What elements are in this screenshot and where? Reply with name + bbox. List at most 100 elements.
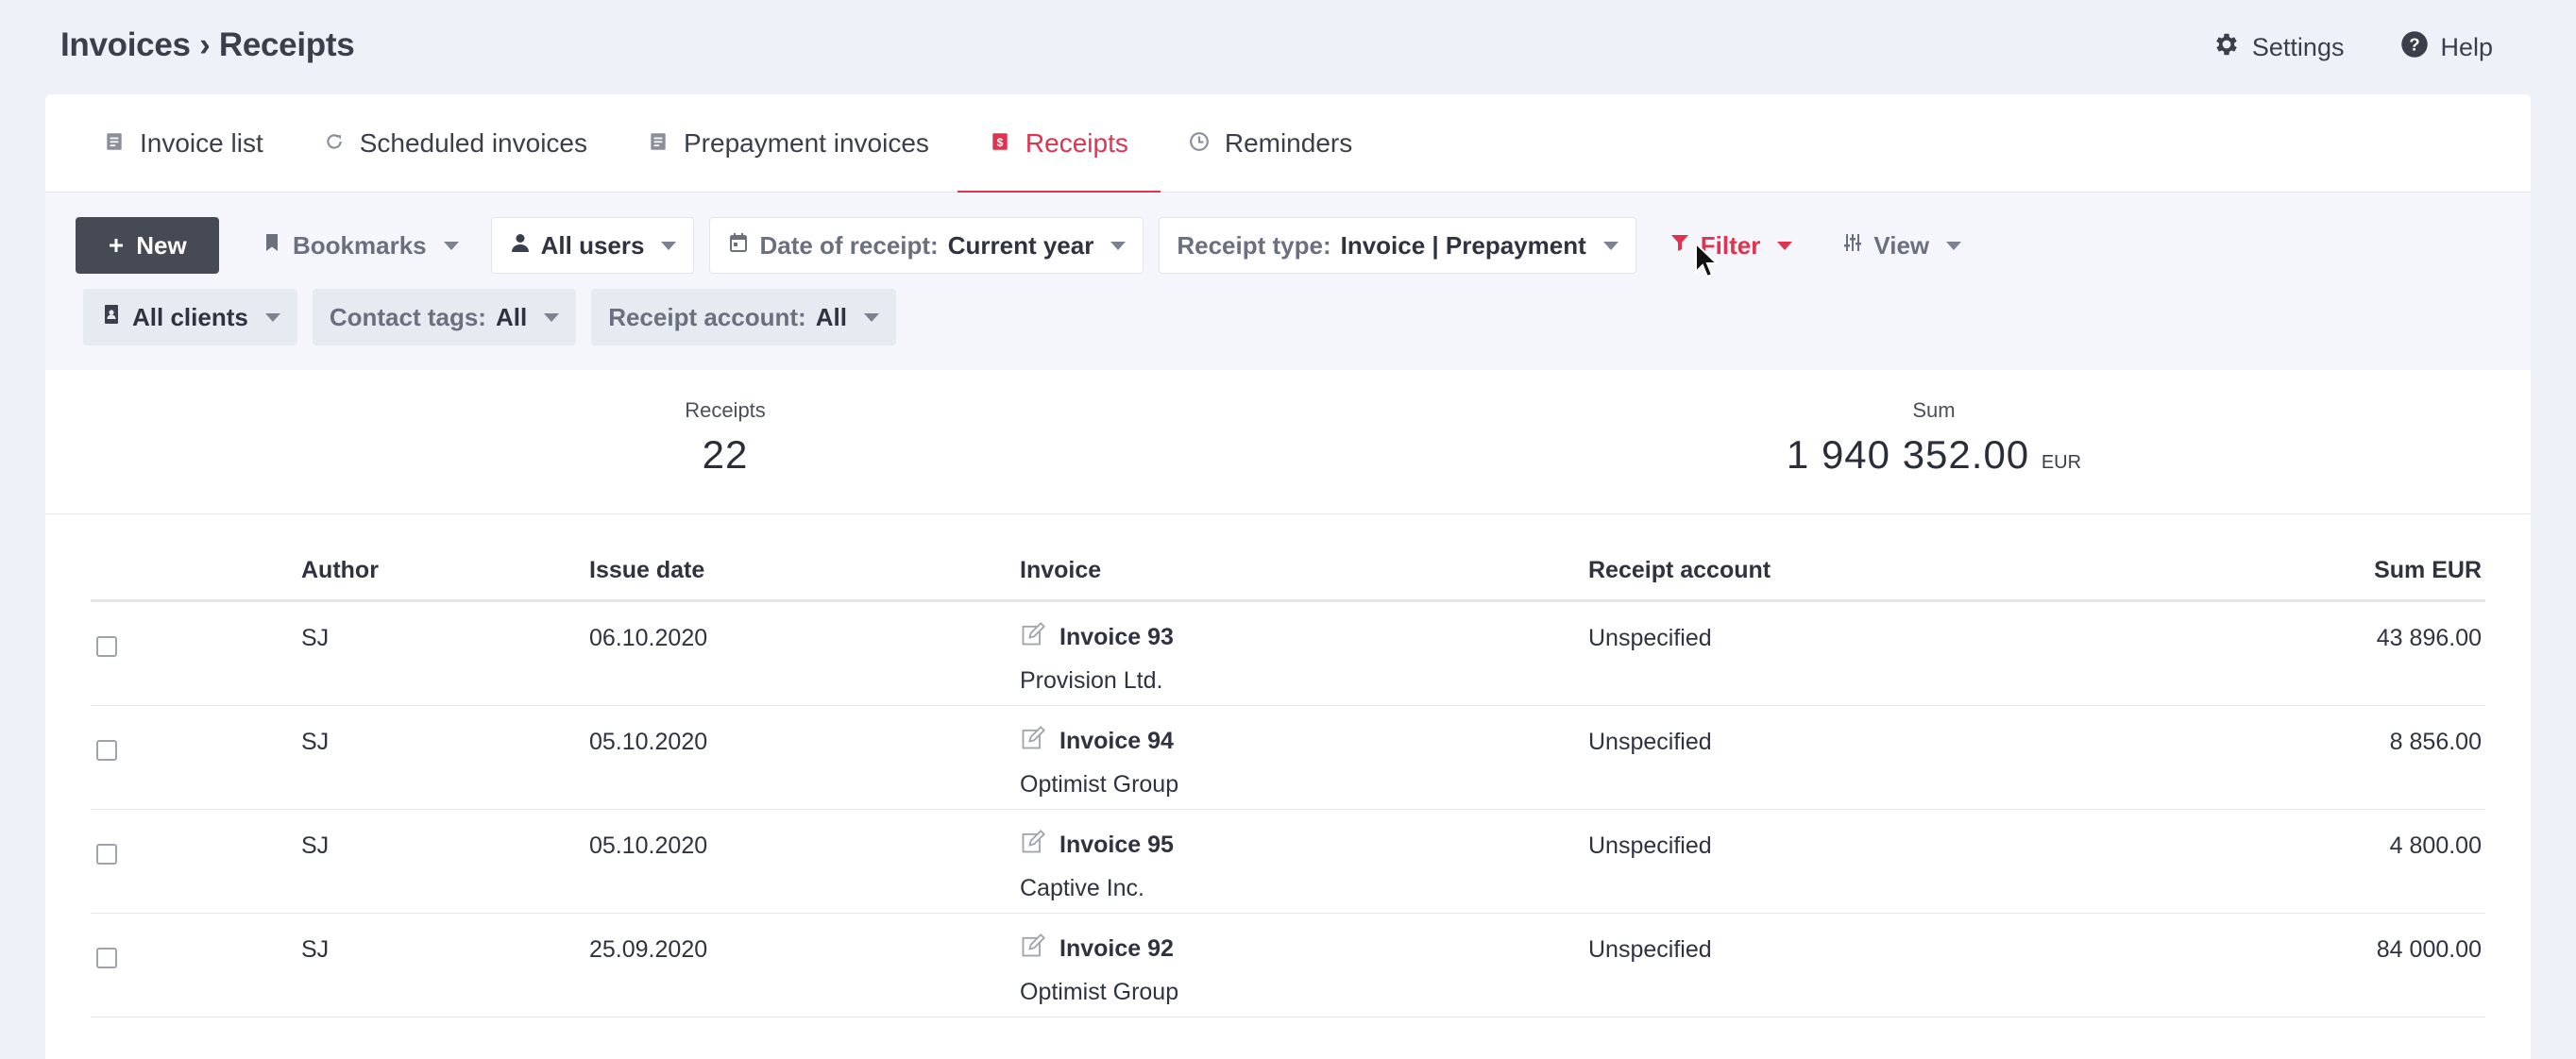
gear-icon — [2212, 30, 2241, 65]
column-receipt-account[interactable]: Receipt account — [1588, 557, 1771, 584]
row-issue-date: 05.10.2020 — [589, 729, 708, 755]
date-filter-label: Date of receipt: — [759, 230, 939, 260]
row-sum: 8 856.00 — [2389, 729, 2482, 755]
table-row[interactable]: SJ 05.10.2020 Invoice 95 Captive Inc. Un… — [91, 810, 2485, 914]
edit-icon — [1020, 725, 1046, 758]
new-button[interactable]: New — [76, 217, 219, 274]
row-invoice: Invoice 95 Captive Inc. — [1020, 829, 1174, 902]
bookmark-icon — [261, 231, 283, 261]
tab-reminders[interactable]: Reminders — [1189, 94, 1352, 193]
receipt-account-dropdown[interactable]: Receipt account: All — [591, 289, 896, 345]
breadcrumb: Invoices › Receipts — [60, 26, 355, 63]
chevron-down-icon — [544, 312, 560, 322]
filter-button[interactable]: Filter — [1652, 217, 1810, 274]
invoice-number: Invoice 95 — [1059, 832, 1174, 858]
user-icon — [509, 231, 532, 261]
tab-bar: Invoice list Scheduled invoices Prepayme… — [45, 94, 2531, 193]
contact-tags-dropdown[interactable]: Contact tags: All — [312, 289, 577, 345]
invoice-link[interactable]: Invoice 93 — [1020, 621, 1174, 654]
table-row[interactable]: SJ 06.10.2020 Invoice 93 Provision Ltd. … — [91, 602, 2485, 706]
funnel-icon — [1669, 231, 1691, 261]
receipt-account-label: Receipt account: — [608, 302, 806, 331]
row-checkbox[interactable] — [96, 740, 117, 761]
clients-dropdown[interactable]: All clients — [83, 289, 297, 345]
invoice-link[interactable]: Invoice 94 — [1020, 725, 1178, 758]
chevron-down-icon — [1602, 241, 1618, 250]
table-row[interactable]: SJ 05.10.2020 Invoice 94 Optimist Group … — [91, 706, 2485, 810]
row-author: SJ — [301, 729, 330, 755]
view-dropdown[interactable]: View — [1824, 217, 1978, 274]
chevron-down-icon — [661, 241, 677, 250]
new-label: New — [136, 230, 187, 260]
invoice-link[interactable]: Invoice 95 — [1020, 829, 1174, 862]
column-invoice[interactable]: Invoice — [1020, 557, 1101, 584]
row-client: Optimist Group — [1020, 979, 1179, 1005]
row-author: SJ — [301, 936, 330, 963]
receipt-type-dropdown[interactable]: Receipt type: Invoice | Prepayment — [1159, 217, 1636, 274]
sum-stat-unit: EUR — [2041, 452, 2082, 473]
toolbar-row-2: All clients Contact tags: All Receipt ac… — [83, 289, 911, 345]
sum-stat-label: Sum — [1912, 398, 1956, 422]
chevron-down-icon — [863, 312, 879, 322]
receipt-account-value: All — [815, 302, 847, 331]
chevron-down-icon — [1110, 241, 1127, 250]
tab-scheduled-invoices[interactable]: Scheduled invoices — [324, 94, 587, 193]
tab-label: Scheduled invoices — [359, 128, 587, 158]
contact-book-icon — [100, 303, 123, 332]
contact-tags-value: All — [495, 302, 528, 331]
edit-icon — [1020, 621, 1046, 654]
invoice-link[interactable]: Invoice 92 — [1020, 933, 1178, 966]
column-author[interactable]: Author — [301, 557, 379, 584]
chevron-down-icon — [1946, 241, 1962, 250]
calendar-icon — [727, 231, 750, 261]
row-checkbox[interactable] — [96, 636, 117, 657]
row-client: Optimist Group — [1020, 771, 1179, 798]
row-sum: 84 000.00 — [2376, 936, 2482, 963]
receipt-type-value: Invoice | Prepayment — [1340, 230, 1586, 260]
row-invoice: Invoice 94 Optimist Group — [1020, 725, 1178, 798]
edit-icon — [1020, 933, 1046, 966]
column-sum[interactable]: Sum EUR — [2374, 557, 2482, 584]
help-link[interactable]: ? Help — [2400, 30, 2493, 65]
row-issue-date: 06.10.2020 — [589, 625, 708, 651]
date-filter-value: Current year — [947, 230, 1094, 260]
date-of-receipt-dropdown[interactable]: Date of receipt: Current year — [709, 217, 1144, 274]
help-icon: ? — [2400, 30, 2429, 65]
column-issue-date[interactable]: Issue date — [589, 557, 704, 584]
tab-label: Reminders — [1224, 128, 1353, 158]
top-bar: Invoices › Receipts Settings ? Help — [0, 0, 2576, 94]
document-icon — [104, 128, 125, 159]
invoice-number: Invoice 93 — [1059, 624, 1174, 650]
help-label: Help — [2440, 33, 2493, 61]
row-author: SJ — [301, 625, 330, 651]
receipt-icon: $ — [990, 128, 1010, 159]
top-actions: Settings ? Help — [2212, 30, 2493, 65]
users-dropdown[interactable]: All users — [490, 217, 695, 274]
row-checkbox[interactable] — [96, 948, 117, 968]
clock-icon — [1189, 128, 1210, 159]
row-receipt-account: Unspecified — [1588, 729, 1712, 755]
receipts-stat-label: Receipts — [685, 398, 766, 422]
tab-invoice-list[interactable]: Invoice list — [104, 94, 263, 193]
bookmarks-dropdown[interactable]: Bookmarks — [244, 217, 476, 274]
tab-label: Receipts — [1025, 128, 1128, 158]
row-invoice: Invoice 93 Provision Ltd. — [1020, 621, 1174, 695]
svg-text:$: $ — [997, 136, 1004, 149]
row-receipt-account: Unspecified — [1588, 936, 1712, 963]
receipts-stat-value: 22 — [702, 432, 749, 477]
edit-icon — [1020, 829, 1046, 862]
row-sum: 4 800.00 — [2389, 832, 2482, 859]
settings-link[interactable]: Settings — [2212, 30, 2344, 65]
row-client: Captive Inc. — [1020, 875, 1145, 901]
tab-prepayment-invoices[interactable]: Prepayment invoices — [648, 94, 929, 193]
row-client: Provision Ltd. — [1020, 667, 1163, 694]
chevron-down-icon — [443, 241, 459, 250]
row-checkbox[interactable] — [96, 844, 117, 865]
chevron-down-icon — [264, 312, 280, 322]
tab-label: Prepayment invoices — [684, 128, 929, 158]
tab-receipts[interactable]: $ Receipts — [957, 94, 1161, 193]
clients-label: All clients — [132, 302, 248, 331]
table-row[interactable]: SJ 25.09.2020 Invoice 92 Optimist Group … — [91, 914, 2485, 1017]
mouse-cursor-icon — [1694, 241, 1720, 279]
sliders-icon — [1841, 231, 1864, 261]
